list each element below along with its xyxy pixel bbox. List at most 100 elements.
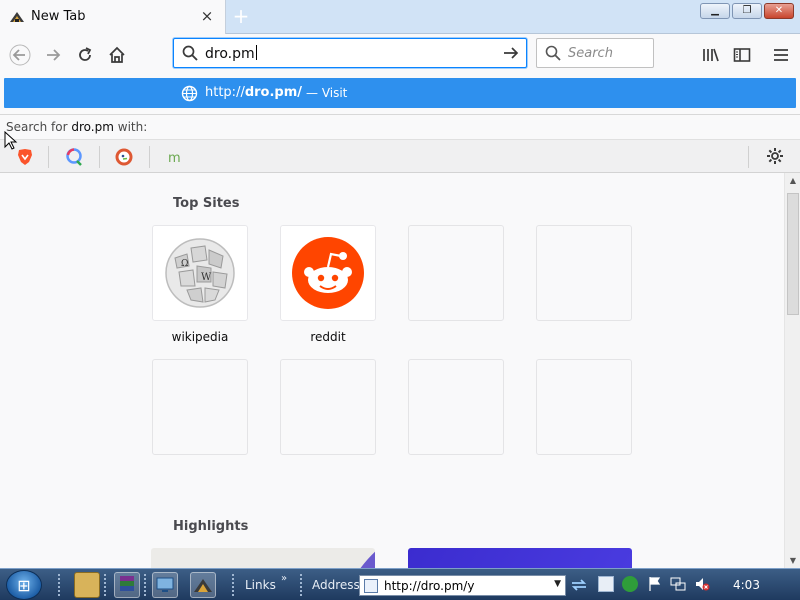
sidebar-button[interactable] [729,42,755,68]
top-site-empty-slot[interactable] [536,359,632,455]
divider [48,146,49,168]
maximize-button[interactable]: ❐ [732,3,762,19]
search-icon [545,45,561,61]
page-icon [364,579,378,593]
url-input-value[interactable]: dro.pm [205,45,257,62]
windows-taskbar: ⊞ Links » Address http://dro.pm/y ▼ 4:03 [0,568,800,600]
library-button[interactable] [698,42,724,68]
forward-arrow-icon [47,49,61,61]
winrar-app-icon[interactable] [114,572,140,598]
monitor-icon [156,577,174,592]
autocomplete-visit-row[interactable]: http://dro.pm/ — Visit [4,78,796,108]
search-placeholder: Search [568,46,613,61]
toolbar-grip[interactable] [232,574,236,596]
url-bar[interactable]: dro.pm [173,38,527,68]
page-scrollbar[interactable]: ▲ ▼ [784,173,800,568]
top-site-label: wikipedia [171,330,229,344]
search-input[interactable]: Search [536,38,654,68]
security-shield-icon[interactable] [622,576,638,592]
tab-new-tab[interactable]: New Tab × [0,0,226,35]
home-button[interactable] [104,42,130,68]
search-icon [182,45,198,61]
toolbar-grip[interactable] [104,574,108,596]
start-button[interactable]: ⊞ [6,570,42,600]
mojeek-icon[interactable]: m [166,147,186,167]
tab-close-icon[interactable]: × [199,7,215,25]
reload-icon [79,47,92,61]
toolbar-grip[interactable] [300,574,304,596]
globe-icon [181,85,198,102]
gear-icon[interactable] [766,147,784,165]
scrollbar-thumb[interactable] [787,193,799,315]
highlight-card[interactable] [151,548,377,568]
network-app-icon[interactable] [152,572,178,598]
new-tab-button[interactable]: + [230,4,252,28]
taskbar-address-value: http://dro.pm/y [384,579,475,593]
autocomplete-url: http://dro.pm/ [205,85,302,100]
top-site-empty-slot[interactable] [536,225,632,321]
mouse-cursor-icon [4,131,18,150]
top-site-tile-reddit[interactable] [280,225,376,321]
text-caret [255,45,257,60]
chevron-right-icon[interactable]: » [281,573,287,584]
toolbar-grip[interactable] [144,574,148,596]
divider [99,146,100,168]
minimize-button[interactable]: ▁ [700,3,730,19]
links-toolbar-label[interactable]: Links [245,578,276,592]
windows-logo-icon: ⊞ [17,576,31,595]
top-site-label: reddit [310,330,346,344]
svg-text:m: m [168,151,181,166]
qwant-icon[interactable] [64,147,84,167]
tab-title: New Tab [31,9,86,24]
menu-button[interactable] [768,42,794,68]
scroll-up-icon[interactable]: ▲ [785,176,800,185]
divider [149,146,150,168]
navigation-toolbar: dro.pm Search [0,34,800,74]
top-site-empty-slot[interactable] [408,359,504,455]
close-window-button[interactable]: ✕ [764,3,794,19]
go-arrow-icon[interactable] [502,44,520,62]
minimize-icon: ▁ [711,5,719,16]
brave-icon[interactable] [15,147,35,167]
back-button[interactable] [7,42,33,68]
browser-app-icon[interactable] [190,572,216,598]
firefox-style-icon [194,579,212,592]
document-tray-icon[interactable] [598,576,614,592]
firefox-style-icon [10,12,24,22]
maximize-icon: ❐ [742,5,752,16]
reload-button[interactable] [72,42,98,68]
url-host: dro.pm/ [244,85,303,100]
top-site-empty-slot[interactable] [152,359,248,455]
url-scheme: http:// [205,85,245,100]
explorer-icon[interactable] [74,572,100,598]
top-site-empty-slot[interactable] [280,359,376,455]
taskbar-address-field[interactable]: http://dro.pm/y ▼ [359,575,566,596]
address-toolbar-label: Address [312,578,360,592]
new-tab-page: Top Sites Ω W wikipedia reddit Highlight… [0,173,784,568]
search-term: dro.pm [71,120,114,134]
highlight-thumbnail [360,550,377,568]
close-icon: ✕ [774,5,784,16]
highlight-card[interactable] [408,548,632,568]
divider [0,114,800,115]
flag-icon[interactable] [647,576,663,592]
scroll-down-icon[interactable]: ▼ [785,556,800,565]
forward-button[interactable] [40,42,66,68]
top-site-empty-slot[interactable] [408,225,504,321]
reddit-alien-icon [292,237,364,309]
volume-muted-icon[interactable] [694,576,710,592]
highlights-title: Highlights [173,519,249,534]
toolbar-grip[interactable] [58,574,62,596]
home-icon [109,46,125,63]
hamburger-menu-icon [774,49,788,61]
back-arrow-icon [9,44,31,66]
clock[interactable]: 4:03 [733,578,760,592]
network-icon[interactable] [670,576,686,592]
chevron-down-icon[interactable]: ▼ [554,579,561,589]
top-site-tile-wikipedia[interactable]: Ω W [152,225,248,321]
go-refresh-icon[interactable] [570,577,588,593]
duckduckgo-icon[interactable] [114,147,134,167]
search-for-suffix: with: [117,120,148,134]
one-off-search-engines: m [0,139,800,173]
window-controls: ▁ ❐ ✕ [700,3,794,19]
